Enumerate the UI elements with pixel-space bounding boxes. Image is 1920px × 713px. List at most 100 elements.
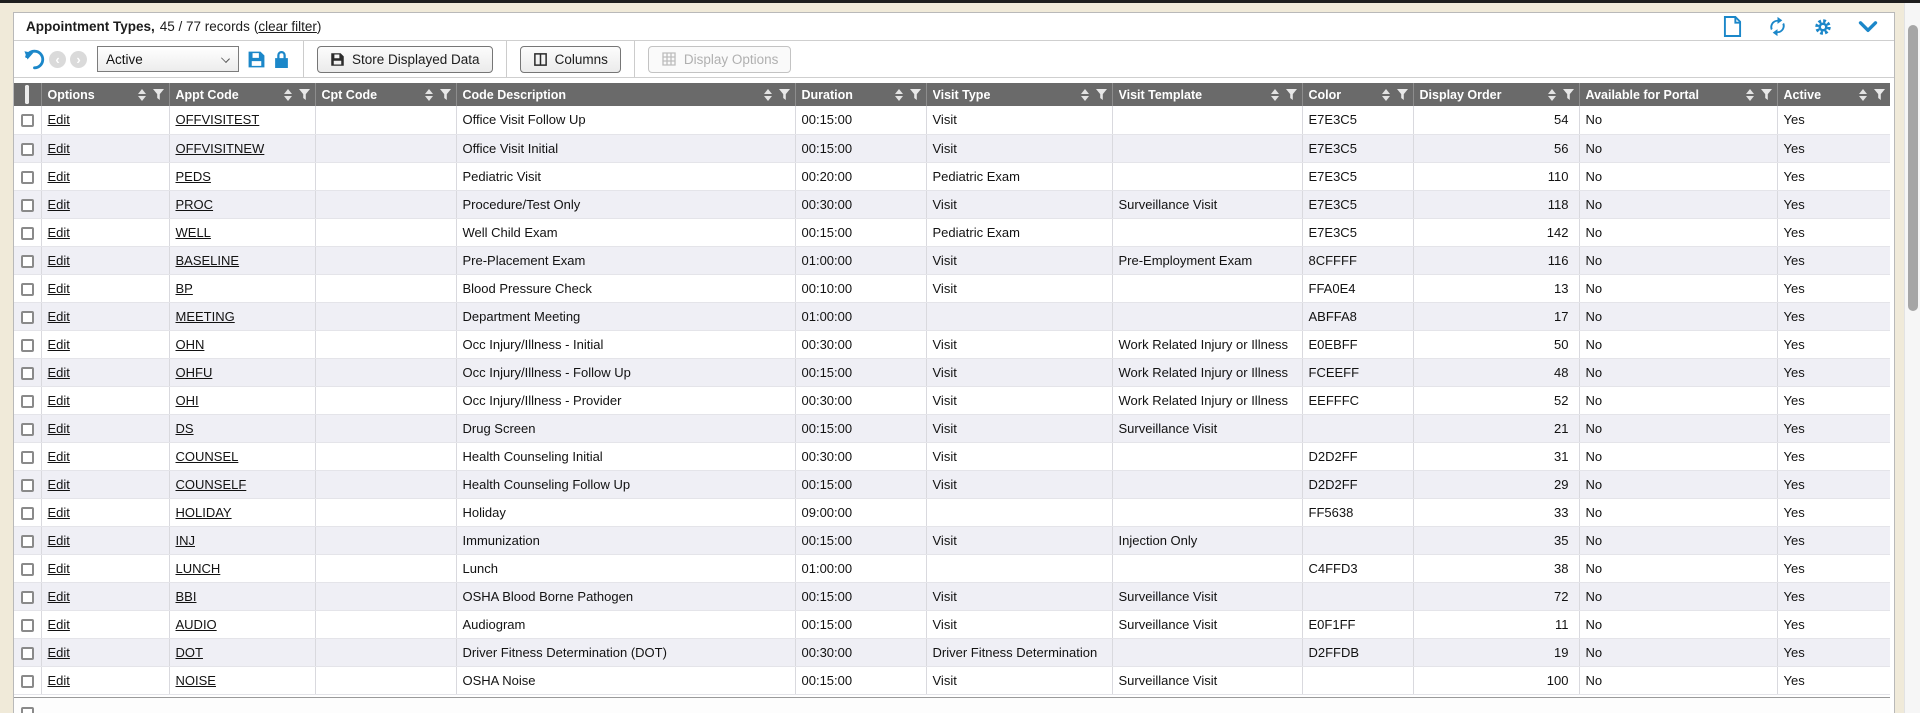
- columns-button[interactable]: Columns: [520, 46, 621, 73]
- sort-icon[interactable]: [1548, 89, 1556, 101]
- row-checkbox[interactable]: [21, 619, 34, 632]
- filter-funnel-icon[interactable]: [1096, 89, 1107, 100]
- appt-code-link[interactable]: BBI: [176, 589, 197, 604]
- row-checkbox[interactable]: [21, 171, 34, 184]
- gear-icon[interactable]: [1813, 17, 1833, 37]
- row-checkbox[interactable]: [21, 423, 34, 436]
- filter-funnel-icon[interactable]: [1397, 89, 1408, 100]
- row-checkbox[interactable]: [21, 675, 34, 688]
- row-checkbox[interactable]: [21, 311, 34, 324]
- edit-link[interactable]: Edit: [48, 673, 70, 688]
- edit-link[interactable]: Edit: [48, 589, 70, 604]
- row-checkbox[interactable]: [21, 255, 34, 268]
- column-header[interactable]: Appt Code: [169, 83, 315, 106]
- edit-link[interactable]: Edit: [48, 421, 70, 436]
- edit-link[interactable]: Edit: [48, 253, 70, 268]
- edit-link[interactable]: Edit: [48, 281, 70, 296]
- sort-icon[interactable]: [1859, 89, 1867, 101]
- row-checkbox[interactable]: [21, 283, 34, 296]
- row-checkbox[interactable]: [21, 227, 34, 240]
- sort-icon[interactable]: [425, 89, 433, 101]
- chevron-down-icon[interactable]: [1858, 19, 1878, 35]
- appt-code-link[interactable]: WELL: [176, 225, 211, 240]
- column-header[interactable]: Code Description: [456, 83, 795, 106]
- edit-link[interactable]: Edit: [48, 141, 70, 156]
- edit-link[interactable]: Edit: [48, 393, 70, 408]
- edit-link[interactable]: Edit: [48, 533, 70, 548]
- column-header[interactable]: Duration: [795, 83, 926, 106]
- edit-link[interactable]: Edit: [48, 365, 70, 380]
- column-header-label[interactable]: Available for Portal: [1586, 88, 1742, 102]
- appt-code-link[interactable]: NOISE: [176, 673, 216, 688]
- column-header-label[interactable]: Code Description: [463, 88, 760, 102]
- column-header-label[interactable]: Active: [1784, 88, 1856, 102]
- row-checkbox[interactable]: [21, 395, 34, 408]
- column-header-label[interactable]: Visit Template: [1119, 88, 1267, 102]
- clear-filter-link[interactable]: clear filter: [258, 19, 317, 34]
- edit-link[interactable]: Edit: [48, 225, 70, 240]
- column-header-label[interactable]: Visit Type: [933, 88, 1077, 102]
- row-checkbox[interactable]: [21, 199, 34, 212]
- refresh-icon[interactable]: [1767, 16, 1788, 37]
- filter-funnel-icon[interactable]: [299, 89, 310, 100]
- appt-code-link[interactable]: PEDS: [176, 169, 211, 184]
- appt-code-link[interactable]: DS: [176, 421, 194, 436]
- column-header-label[interactable]: Duration: [802, 88, 891, 102]
- column-header-label[interactable]: Color: [1309, 88, 1378, 102]
- row-checkbox[interactable]: [21, 563, 34, 576]
- edit-link[interactable]: Edit: [48, 197, 70, 212]
- appt-code-link[interactable]: OHFU: [176, 365, 213, 380]
- filter-funnel-icon[interactable]: [1874, 89, 1885, 100]
- filter-funnel-icon[interactable]: [910, 89, 921, 100]
- appt-code-link[interactable]: COUNSEL: [176, 449, 239, 464]
- appt-code-link[interactable]: INJ: [176, 533, 196, 548]
- lock-icon[interactable]: [273, 50, 290, 69]
- filter-funnel-icon[interactable]: [1761, 89, 1772, 100]
- column-header[interactable]: Active: [1777, 83, 1890, 106]
- filter-funnel-icon[interactable]: [1563, 89, 1574, 100]
- new-document-icon[interactable]: [1723, 16, 1742, 37]
- edit-link[interactable]: Edit: [48, 645, 70, 660]
- row-checkbox[interactable]: [21, 451, 34, 464]
- row-checkbox[interactable]: [21, 479, 34, 492]
- appt-code-link[interactable]: OFFVISITEST: [176, 112, 260, 127]
- row-checkbox[interactable]: [21, 647, 34, 660]
- row-checkbox[interactable]: [21, 507, 34, 520]
- column-header[interactable]: Cpt Code: [315, 83, 456, 106]
- edit-link[interactable]: Edit: [48, 309, 70, 324]
- appt-code-link[interactable]: LUNCH: [176, 561, 221, 576]
- appt-code-link[interactable]: BASELINE: [176, 253, 240, 268]
- next-page-icon[interactable]: ›: [70, 51, 87, 68]
- appt-code-link[interactable]: DOT: [176, 645, 203, 660]
- sort-icon[interactable]: [1382, 89, 1390, 101]
- row-checkbox[interactable]: [21, 143, 34, 156]
- edit-link[interactable]: Edit: [48, 449, 70, 464]
- appt-code-link[interactable]: MEETING: [176, 309, 235, 324]
- undo-icon[interactable]: [24, 49, 45, 70]
- appt-code-link[interactable]: HOLIDAY: [176, 505, 232, 520]
- row-checkbox[interactable]: [21, 367, 34, 380]
- edit-link[interactable]: Edit: [48, 561, 70, 576]
- filter-funnel-icon[interactable]: [440, 89, 451, 100]
- column-header-label[interactable]: Display Order: [1420, 88, 1544, 102]
- edit-link[interactable]: Edit: [48, 112, 70, 127]
- appt-code-link[interactable]: BP: [176, 281, 193, 296]
- sort-icon[interactable]: [895, 89, 903, 101]
- edit-link[interactable]: Edit: [48, 169, 70, 184]
- column-header-label[interactable]: Appt Code: [176, 88, 280, 102]
- row-checkbox[interactable]: [21, 339, 34, 352]
- appt-code-link[interactable]: PROC: [176, 197, 214, 212]
- row-checkbox[interactable]: [21, 535, 34, 548]
- column-header[interactable]: Visit Type: [926, 83, 1112, 106]
- appt-code-link[interactable]: OFFVISITNEW: [176, 141, 265, 156]
- sort-icon[interactable]: [764, 89, 772, 101]
- column-header-label[interactable]: Options: [48, 88, 134, 102]
- sort-icon[interactable]: [284, 89, 292, 101]
- column-header[interactable]: Visit Template: [1112, 83, 1302, 106]
- select-all-checkbox[interactable]: [25, 85, 29, 104]
- row-checkbox[interactable]: [21, 591, 34, 604]
- appt-code-link[interactable]: AUDIO: [176, 617, 217, 632]
- sort-icon[interactable]: [1746, 89, 1754, 101]
- filter-funnel-icon[interactable]: [779, 89, 790, 100]
- sort-icon[interactable]: [138, 89, 146, 101]
